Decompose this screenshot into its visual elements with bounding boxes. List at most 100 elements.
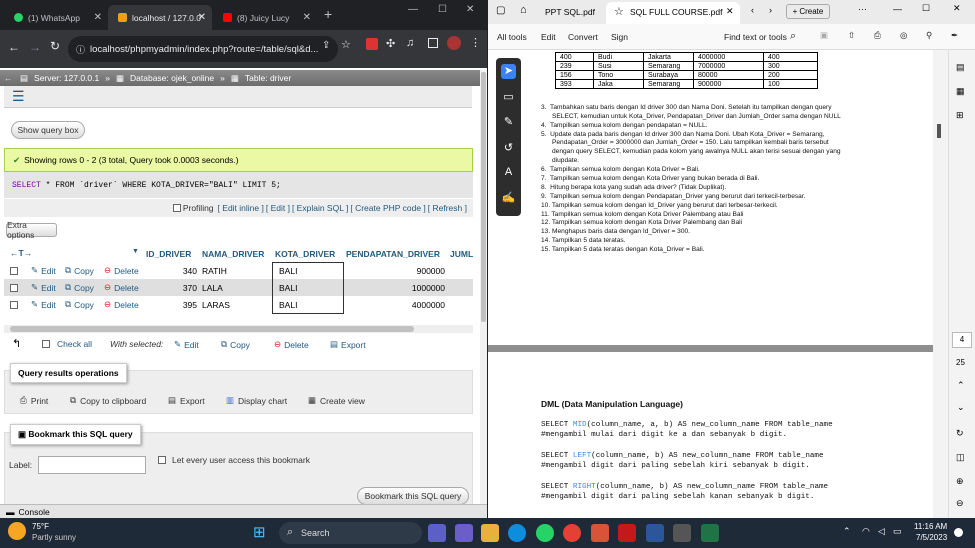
- close-icon[interactable]: ✕: [303, 12, 311, 23]
- forward-icon[interactable]: →: [29, 40, 41, 54]
- cell-id[interactable]: 370: [164, 283, 197, 293]
- fit-page-icon[interactable]: ◫: [956, 452, 965, 463]
- select-cursor-icon[interactable]: ➤: [501, 64, 516, 79]
- all-tools-menu[interactable]: All tools: [497, 32, 527, 42]
- windows-start-icon[interactable]: ⊞: [253, 523, 266, 541]
- tab-ppt-sql[interactable]: PPT SQL.pdf: [545, 7, 595, 17]
- share-icon[interactable]: ⇪: [322, 40, 330, 51]
- pdf-scrollbar-thumb[interactable]: [937, 124, 941, 138]
- puzzle-icon[interactable]: ✣: [386, 37, 395, 50]
- minimize-icon[interactable]: —: [893, 4, 902, 14]
- ai-icon[interactable]: ◎: [900, 30, 907, 41]
- whatsapp-icon[interactable]: [536, 524, 554, 542]
- row-delete-button[interactable]: ⊖ Delete: [104, 299, 139, 310]
- row-copy-button[interactable]: ⧉ Copy: [65, 265, 94, 276]
- row-copy-button[interactable]: ⧉ Copy: [65, 282, 94, 293]
- horizontal-scrollbar[interactable]: [4, 325, 473, 333]
- edge-icon[interactable]: [508, 524, 526, 542]
- close-icon[interactable]: ✕: [94, 12, 102, 23]
- volume-icon[interactable]: ◁: [878, 526, 885, 537]
- edit-link[interactable]: [ Edit ]: [266, 203, 290, 213]
- scrollbar-thumb[interactable]: [10, 326, 414, 332]
- chevron-left-icon[interactable]: ‹: [751, 5, 754, 15]
- column-arrows-icon[interactable]: ←T→: [10, 248, 32, 258]
- home-icon[interactable]: ⌂: [520, 4, 527, 16]
- page-scrollbar[interactable]: [480, 70, 487, 504]
- row-checkbox[interactable]: [10, 283, 18, 292]
- edit-menu[interactable]: Edit: [541, 32, 556, 42]
- tab-whatsapp[interactable]: (1) WhatsApp ✕: [4, 5, 108, 30]
- weather-icon[interactable]: [8, 522, 26, 540]
- teams-icon[interactable]: [428, 524, 446, 542]
- create-view-button[interactable]: ▦ Create view: [308, 395, 365, 406]
- display-chart-button[interactable]: ▥ Display chart: [226, 395, 287, 406]
- media-icon[interactable]: ♫: [406, 37, 414, 49]
- weather-temp[interactable]: 75°F: [32, 522, 49, 531]
- collapse-icon[interactable]: ←: [4, 73, 13, 83]
- zoom-in-icon[interactable]: ⊕: [956, 476, 964, 487]
- sign-menu[interactable]: Sign: [611, 32, 628, 42]
- comments-panel-icon[interactable]: ▤: [956, 62, 965, 73]
- convert-menu[interactable]: Convert: [568, 32, 598, 42]
- text-box-icon[interactable]: A: [501, 166, 516, 181]
- extra-options-button[interactable]: Extra options: [6, 220, 57, 240]
- highlight-pen-icon[interactable]: ✎: [501, 115, 516, 130]
- cell-pendapatan[interactable]: 900000: [384, 266, 445, 276]
- taskbar-search[interactable]: ⌕ Search: [279, 522, 422, 544]
- row-copy-button[interactable]: ⧉ Copy: [65, 299, 94, 310]
- link-icon[interactable]: ⚲: [926, 30, 932, 41]
- sign-icon[interactable]: ✍: [501, 191, 516, 206]
- create-button[interactable]: + Create: [786, 4, 830, 19]
- back-icon[interactable]: ←: [8, 40, 20, 54]
- check-all-label[interactable]: Check all: [57, 339, 92, 349]
- maximize-icon[interactable]: ☐: [438, 4, 447, 15]
- maximize-icon[interactable]: ☐: [922, 3, 930, 14]
- extension-icon[interactable]: [366, 38, 378, 50]
- create-php-link[interactable]: [ Create PHP code ]: [350, 203, 425, 213]
- close-window-icon[interactable]: ✕: [466, 4, 474, 15]
- close-window-icon[interactable]: ✕: [953, 3, 961, 14]
- sign-pen-icon[interactable]: ✒: [951, 30, 958, 41]
- row-edit-button[interactable]: ✎ Edit: [31, 299, 56, 310]
- breadcrumb-database[interactable]: Database: ojek_online: [130, 73, 214, 83]
- bookmark-button[interactable]: Bookmark this SQL query: [357, 487, 469, 505]
- grid-icon[interactable]: ⊞: [956, 110, 964, 121]
- row-delete-button[interactable]: ⊖ Delete: [104, 265, 139, 276]
- find-text-field[interactable]: Find text or tools: [724, 32, 787, 42]
- close-icon[interactable]: ✕: [198, 12, 206, 23]
- bookmark-label-input[interactable]: [38, 456, 146, 474]
- chrome-icon[interactable]: [563, 524, 581, 542]
- wifi-icon[interactable]: ◠: [862, 526, 870, 537]
- show-hidden-icon[interactable]: ⌃: [843, 526, 851, 537]
- hamburger-icon[interactable]: ☰: [12, 88, 25, 105]
- weather-desc[interactable]: Partly sunny: [32, 533, 76, 542]
- column-jumlah[interactable]: JUML: [450, 249, 473, 259]
- bookmark-star-icon[interactable]: ☆: [341, 38, 351, 51]
- workspaces-icon[interactable]: ▢: [496, 5, 505, 16]
- cell-nama[interactable]: RATIH: [202, 266, 227, 276]
- column-kota-driver[interactable]: KOTA_DRIVER: [275, 249, 335, 259]
- close-icon[interactable]: ✕: [726, 6, 734, 17]
- zoom-out-icon[interactable]: ⊖: [956, 498, 964, 509]
- breadcrumb-server[interactable]: Server: 127.0.0.1: [34, 73, 99, 83]
- side-panel-icon[interactable]: [428, 38, 438, 48]
- clock-time[interactable]: 11:16 AM: [914, 522, 947, 531]
- column-id-driver[interactable]: ID_DRIVER: [146, 249, 191, 259]
- site-info-icon[interactable]: ⓘ: [76, 43, 85, 56]
- word-icon[interactable]: [646, 524, 664, 542]
- draw-icon[interactable]: ↺: [501, 141, 516, 156]
- menu-icon[interactable]: ⋮: [470, 36, 481, 49]
- page-up-icon[interactable]: ⌃: [957, 380, 965, 391]
- row-checkbox[interactable]: [10, 300, 18, 309]
- print-button[interactable]: ⎙ Print: [20, 395, 48, 406]
- cell-pendapatan[interactable]: 4000000: [384, 300, 445, 310]
- cell-pendapatan[interactable]: 1000000: [384, 283, 445, 293]
- url-field[interactable]: ⓘ localhost/phpmyadmin/index.php?route=/…: [68, 36, 338, 62]
- excel-icon[interactable]: [701, 524, 719, 542]
- minimize-icon[interactable]: —: [408, 4, 418, 15]
- more-icon[interactable]: ···: [858, 4, 867, 14]
- bulk-copy-button[interactable]: ⧉ Copy: [221, 339, 250, 350]
- acrobat-icon[interactable]: [618, 524, 636, 542]
- page-down-icon[interactable]: ⌄: [957, 402, 965, 413]
- rotate-icon[interactable]: ↻: [956, 428, 964, 439]
